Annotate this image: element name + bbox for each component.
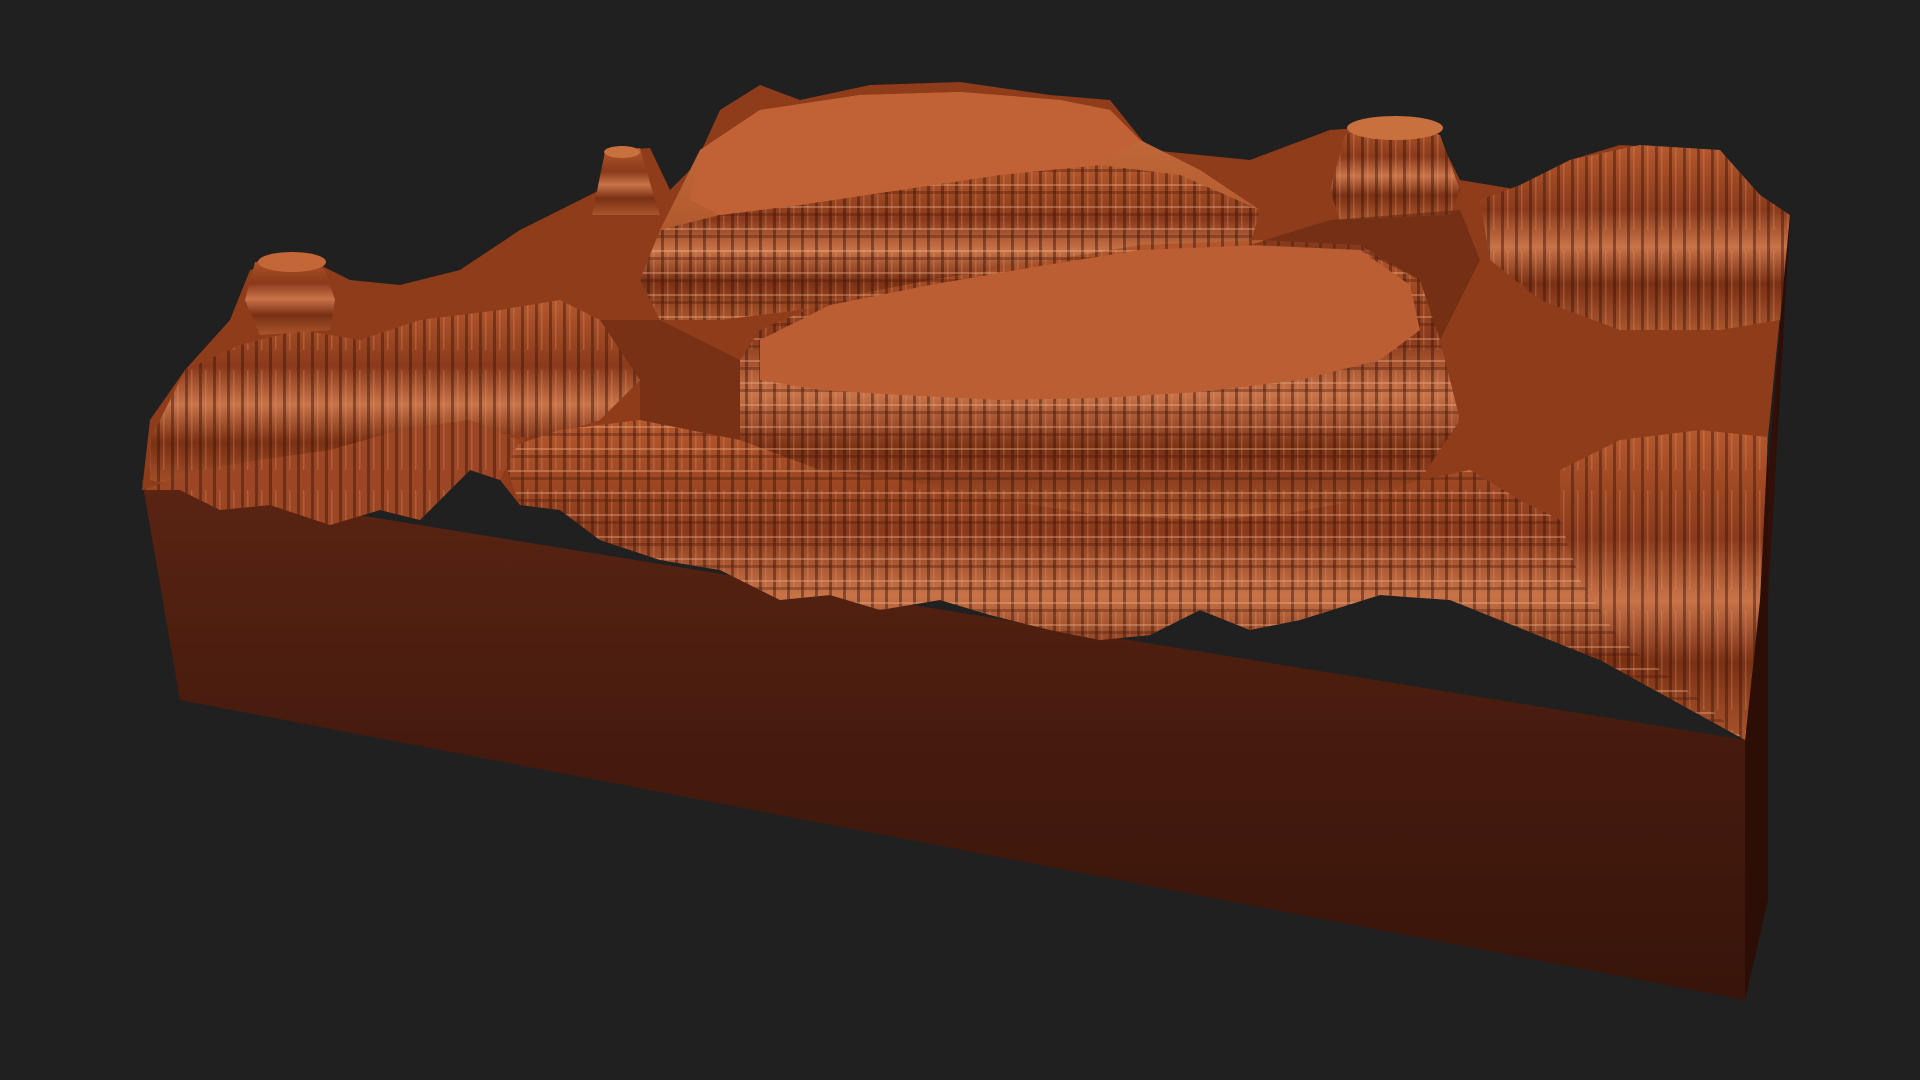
render-viewport bbox=[0, 0, 1920, 1080]
spire-top bbox=[604, 146, 640, 158]
butte-left-top bbox=[258, 252, 326, 272]
terrain-render bbox=[142, 82, 1790, 1000]
butte-right-top bbox=[1347, 116, 1443, 140]
